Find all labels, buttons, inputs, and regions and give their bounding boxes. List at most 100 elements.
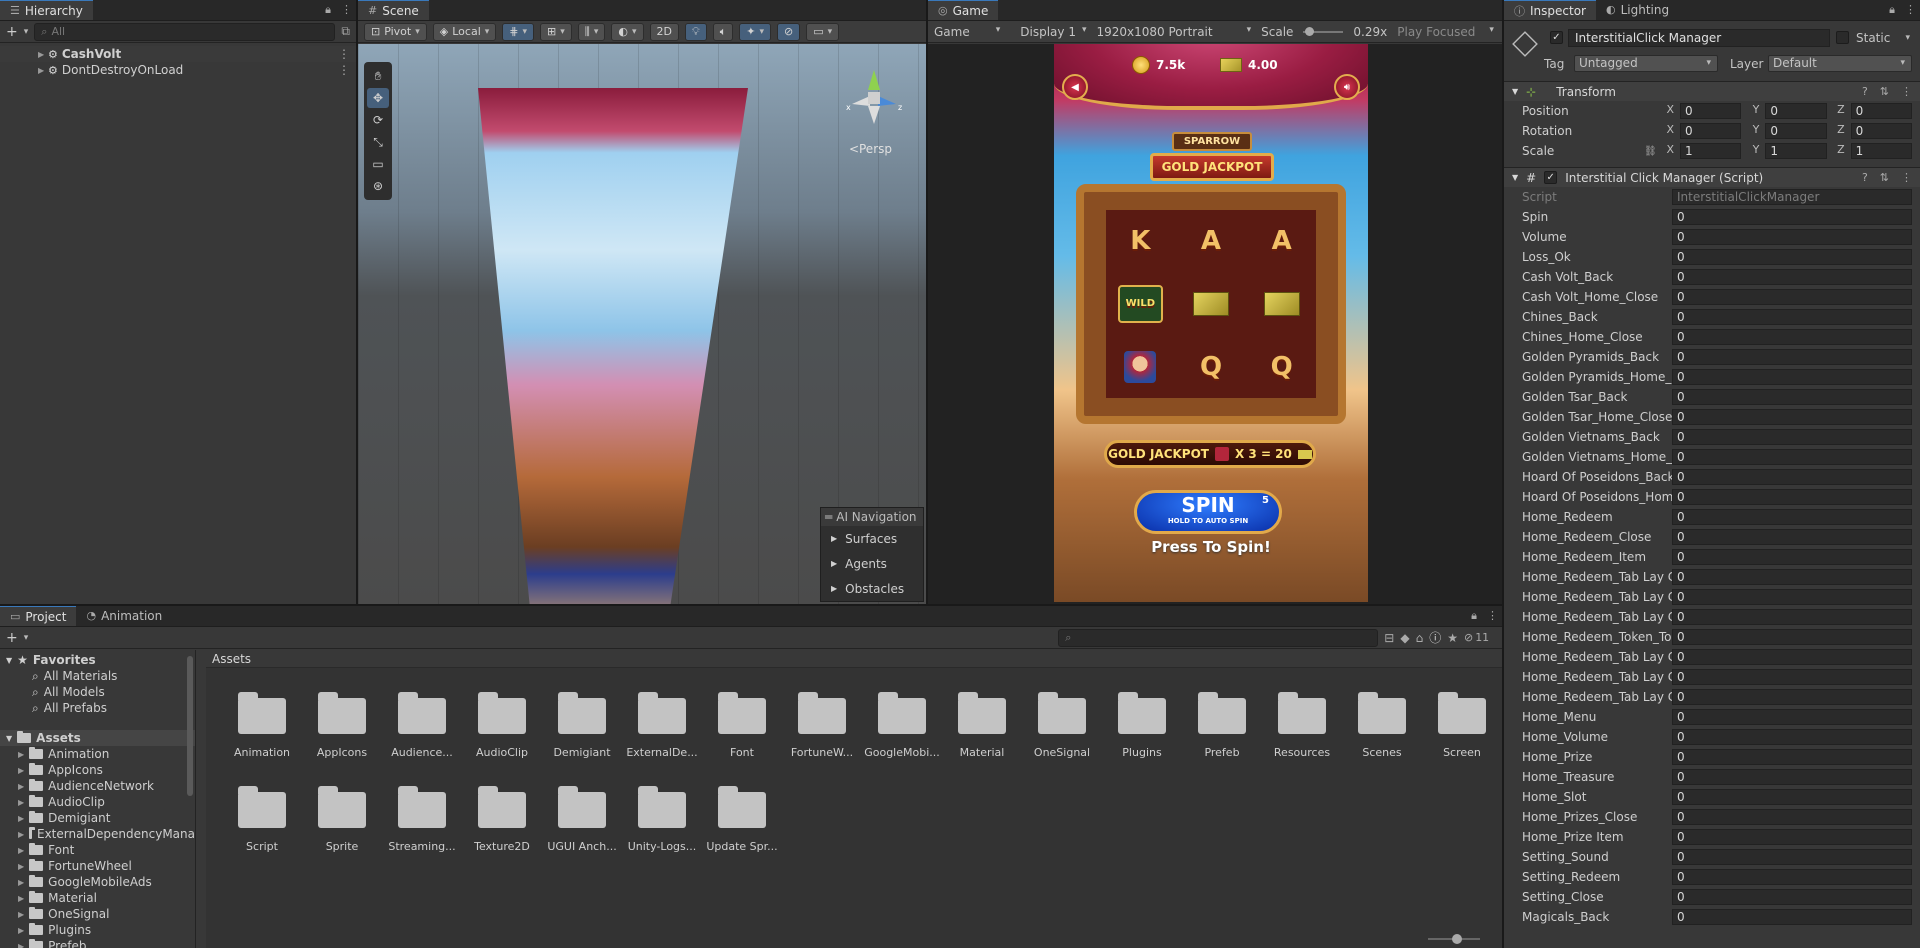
- project-tree-item[interactable]: ▶ Material: [6, 890, 195, 906]
- spin-button[interactable]: SPIN HOLD TO AUTO SPIN 5: [1134, 490, 1282, 534]
- audio-toggle[interactable]: 🔈︎: [712, 22, 734, 41]
- int-field[interactable]: 0: [1672, 349, 1912, 365]
- scene-viewport[interactable]: ✋︎ ✥ ⟳ ⤡ ▭ ⊛ x z <Persp ═ AI Navigation …: [358, 44, 926, 604]
- int-field[interactable]: 0: [1672, 489, 1912, 505]
- favorite-star-icon[interactable]: ★: [1447, 631, 1458, 645]
- hierarchy-item-cashvolt[interactable]: ▶ ⚙ CashVolt ⋮: [0, 46, 356, 62]
- lock-icon[interactable]: 🔒︎: [1889, 3, 1895, 17]
- ai-nav-item-surfaces[interactable]: ▶ Surfaces: [821, 526, 923, 551]
- asset-folder[interactable]: Material: [944, 692, 1020, 759]
- expand-arrow-icon[interactable]: ▶: [18, 862, 24, 871]
- int-field[interactable]: 0: [1672, 709, 1912, 725]
- x-field[interactable]: 0: [1680, 103, 1742, 119]
- scale-slider[interactable]: [1303, 26, 1344, 36]
- int-field[interactable]: 0: [1672, 469, 1912, 485]
- help-icon[interactable]: ?: [1862, 171, 1868, 184]
- rect-tool-icon[interactable]: ▭: [367, 154, 389, 174]
- preset-icon[interactable]: ⇅: [1880, 85, 1889, 98]
- transform-header[interactable]: ▼ ⊹ Transform ? ⇅ ⋮: [1504, 81, 1920, 101]
- back-button[interactable]: ◀: [1062, 74, 1088, 100]
- asset-folder[interactable]: ExternalDe...: [624, 692, 700, 759]
- filter-tag-icon[interactable]: ⌂: [1416, 631, 1424, 645]
- hierarchy-search-input[interactable]: ⌕ All: [34, 22, 336, 41]
- z-field[interactable]: 0: [1850, 103, 1912, 119]
- asset-folder[interactable]: Sprite: [304, 786, 380, 853]
- pivot-dropdown[interactable]: ⊡ Pivot ▾: [364, 22, 427, 41]
- y-field[interactable]: 0: [1765, 103, 1827, 119]
- z-field[interactable]: 1: [1850, 143, 1912, 159]
- expand-arrow-icon[interactable]: ▶: [18, 910, 24, 919]
- expand-arrow-icon[interactable]: ▶: [18, 814, 24, 823]
- project-tree-item[interactable]: ▶ Plugins: [6, 922, 195, 938]
- slider-thumb[interactable]: [1305, 26, 1315, 36]
- ai-nav-item-agents[interactable]: ▶ Agents: [821, 551, 923, 576]
- constrain-link-icon[interactable]: ⛓︎: [1644, 146, 1657, 157]
- int-field[interactable]: 0: [1672, 329, 1912, 345]
- asset-folder[interactable]: Unity-Logs...: [624, 786, 700, 853]
- toggle-2d-button[interactable]: 2D: [649, 22, 679, 41]
- project-tree-item[interactable]: ▶ FortuneWheel: [6, 858, 195, 874]
- asset-folder[interactable]: Plugins: [1104, 692, 1180, 759]
- align-button[interactable]: ⫼ ▾: [577, 22, 606, 41]
- asset-folder[interactable]: AudioClip: [464, 692, 540, 759]
- expand-arrow-icon[interactable]: ▶: [18, 926, 24, 935]
- int-field[interactable]: 0: [1672, 889, 1912, 905]
- chevron-down-icon[interactable]: ▾: [1905, 33, 1910, 43]
- int-field[interactable]: 0: [1672, 509, 1912, 525]
- game-viewport[interactable]: ◀ 🔊︎ 7.5k 4.00 SPARROW GOLD JACKPOT K A …: [928, 44, 1502, 604]
- tab-animation[interactable]: ◔ Animation: [76, 606, 173, 626]
- game-screen[interactable]: ◀ 🔊︎ 7.5k 4.00 SPARROW GOLD JACKPOT K A …: [1054, 44, 1368, 602]
- game-mode-dropdown[interactable]: Game ▾: [934, 25, 1000, 39]
- object-name-field[interactable]: InterstitialClick Manager: [1568, 29, 1830, 47]
- int-field[interactable]: 0: [1672, 529, 1912, 545]
- resolution-dropdown[interactable]: 1920x1080 Portrait ▾: [1096, 25, 1251, 39]
- sidebar-scrollbar[interactable]: [187, 656, 193, 796]
- project-tree-item[interactable]: ▶ Prefeb: [6, 938, 195, 948]
- lighting-toggle[interactable]: 💡︎: [684, 22, 707, 41]
- camera-dropdown[interactable]: ▭ ▾: [806, 22, 840, 41]
- int-field[interactable]: 0: [1672, 829, 1912, 845]
- expand-arrow-icon[interactable]: ▶: [18, 942, 24, 948]
- int-field[interactable]: 0: [1672, 869, 1912, 885]
- ai-nav-item-obstacles[interactable]: ▶ Obstacles: [821, 576, 923, 601]
- tab-inspector[interactable]: ⓘ Inspector: [1504, 0, 1596, 20]
- lock-icon[interactable]: 🔒︎: [325, 3, 331, 17]
- tag-dropdown[interactable]: Untagged ▾: [1574, 55, 1718, 72]
- asset-folder[interactable]: Screen: [1424, 692, 1500, 759]
- assets-root[interactable]: ▼ Assets: [0, 730, 195, 746]
- hand-tool-icon[interactable]: ✋︎: [367, 66, 389, 86]
- hierarchy-item-dontdestroyonload[interactable]: ▶ ⚙ DontDestroyOnLoad ⋮: [0, 62, 356, 78]
- tab-project[interactable]: ▭ Project: [0, 606, 77, 626]
- increment-snap-button[interactable]: ⊞ ▾: [540, 22, 572, 41]
- project-tree-item[interactable]: ▶ AudioClip: [6, 794, 195, 810]
- breadcrumb[interactable]: Assets: [206, 650, 1502, 668]
- project-tree-item[interactable]: ▶ Animation: [6, 746, 195, 762]
- kebab-icon[interactable]: ⋮: [1901, 171, 1912, 184]
- project-tree-item[interactable]: ▶ ExternalDependencyMana: [6, 826, 195, 842]
- y-field[interactable]: 0: [1765, 123, 1827, 139]
- asset-folder[interactable]: Prefeb: [1184, 692, 1260, 759]
- y-field[interactable]: 1: [1765, 143, 1827, 159]
- asset-folder[interactable]: Audience...: [384, 692, 460, 759]
- add-icon[interactable]: +: [6, 24, 18, 40]
- axis-gizmo-icon[interactable]: x z: [844, 66, 904, 126]
- transform-tool-icon[interactable]: ⊛: [367, 176, 389, 196]
- tab-lighting[interactable]: ◐ Lighting: [1595, 0, 1680, 20]
- int-field[interactable]: 0: [1672, 809, 1912, 825]
- rotate-tool-icon[interactable]: ⟳: [367, 110, 389, 130]
- asset-folder[interactable]: Script: [224, 786, 300, 853]
- int-field[interactable]: 0: [1672, 209, 1912, 225]
- favorite-item[interactable]: ⌕ All Materials: [6, 668, 195, 684]
- favorite-item[interactable]: ⌕ All Models: [6, 684, 195, 700]
- int-field[interactable]: 0: [1672, 409, 1912, 425]
- asset-folder[interactable]: Demigiant: [544, 692, 620, 759]
- active-checkbox[interactable]: ✓: [1550, 31, 1563, 44]
- kebab-icon[interactable]: ⋮: [1901, 85, 1912, 98]
- help-icon[interactable]: ?: [1862, 85, 1868, 98]
- visibility-toggle[interactable]: ⊘: [777, 22, 801, 41]
- int-field[interactable]: 0: [1672, 589, 1912, 605]
- int-field[interactable]: 0: [1672, 609, 1912, 625]
- kebab-icon[interactable]: ⋮: [338, 47, 350, 61]
- int-field[interactable]: 0: [1672, 229, 1912, 245]
- project-tree-item[interactable]: ▶ AudienceNetwork: [6, 778, 195, 794]
